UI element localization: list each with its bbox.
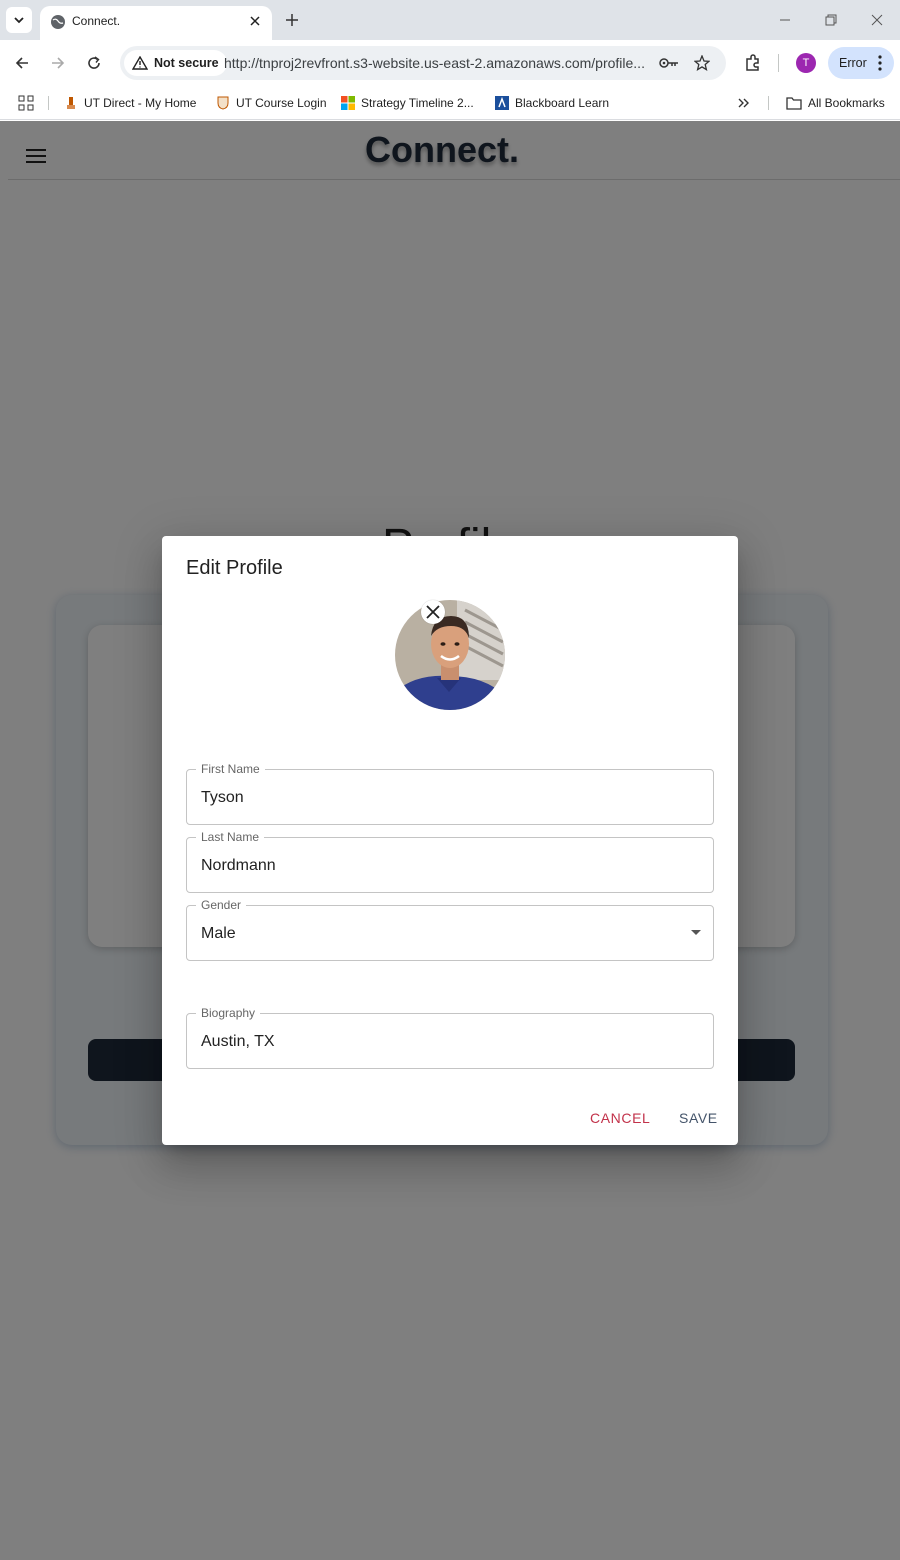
profile-avatar[interactable]: T [796,53,816,73]
close-window-icon[interactable] [867,10,887,30]
toolbar-separator [778,54,779,72]
address-bar[interactable]: Not secure http://tnproj2revfront.s3-web… [120,46,726,80]
last-name-label: Last Name [196,829,265,845]
save-button[interactable]: SAVE [679,1110,718,1126]
bookmarks-bar: UT Direct - My Home UT Course Login Stra… [0,86,900,120]
back-arrow-icon[interactable] [9,50,35,76]
minimize-icon[interactable] [775,10,795,30]
globe-icon [51,15,65,29]
new-tab-icon[interactable] [282,10,302,30]
tab-search-chevron-icon[interactable] [6,7,32,33]
folder-icon [786,97,802,110]
browser-toolbar: Not secure http://tnproj2revfront.s3-web… [0,40,900,86]
bookmarks-separator [768,96,769,110]
biography-value[interactable]: Austin, TX [201,1032,275,1052]
more-bookmarks-chevron-icon[interactable] [738,93,750,113]
web-page: Connect. Profile Edit Profile [0,121,900,1560]
bookmarks-separator [48,96,49,110]
bookmark-ut-course-login[interactable]: UT Course Login [216,93,327,113]
gender-value[interactable]: Male [201,924,236,944]
remove-photo-close-icon[interactable] [421,600,445,624]
warning-icon [132,56,148,70]
bookmark-star-icon[interactable] [692,53,712,73]
reload-icon[interactable] [81,50,107,76]
profile-photo[interactable] [395,600,505,710]
bookmark-label: UT Course Login [236,96,327,110]
biography-field[interactable]: Biography Austin, TX [186,1005,714,1069]
dialog-title: Edit Profile [186,557,283,579]
bookmark-blackboard-learn[interactable]: Blackboard Learn [495,93,609,113]
gender-label: Gender [196,897,247,913]
bookmark-ut-direct[interactable]: UT Direct - My Home [64,93,196,113]
first-name-value[interactable]: Tyson [201,788,244,808]
last-name-field[interactable]: Last Name Nordmann [186,829,714,893]
close-tab-icon[interactable] [246,12,264,30]
cancel-button[interactable]: CANCEL [590,1110,650,1126]
first-name-label: First Name [196,761,265,777]
bookmark-strategy-timeline[interactable]: Strategy Timeline 2... [341,93,474,113]
gender-select[interactable]: Gender Male [186,897,714,961]
first-name-field[interactable]: First Name Tyson [186,761,714,825]
edit-profile-dialog: Edit Profile First Name Tyson Last Name … [162,536,738,1145]
biography-label: Biography [196,1005,261,1021]
tab-title: Connect. [72,14,121,28]
browser-tab[interactable]: Connect. [40,6,272,40]
all-bookmarks-folder[interactable]: All Bookmarks [786,93,885,113]
dropdown-caret-icon[interactable] [691,930,701,935]
blackboard-icon [495,96,509,110]
restore-icon[interactable] [821,10,841,30]
ut-tower-icon [67,97,75,109]
bookmark-label: Blackboard Learn [515,96,610,110]
bookmark-label: UT Direct - My Home [84,96,197,110]
error-menu-button[interactable]: Error [828,47,894,79]
ut-shield-icon [217,96,229,110]
url-text[interactable]: http://tnproj2revfront.s3-website.us-eas… [224,55,650,71]
bookmark-label: All Bookmarks [808,96,885,110]
apps-grid-icon[interactable] [18,93,34,113]
password-key-icon[interactable] [659,53,679,73]
security-label: Not secure [154,56,219,70]
kebab-menu-icon [878,55,882,71]
tab-strip: Connect. [0,0,900,40]
error-label: Error [839,56,867,70]
security-chip[interactable]: Not secure [124,50,227,76]
forward-arrow-icon[interactable] [45,50,71,76]
last-name-value[interactable]: Nordmann [201,856,276,876]
bookmark-label: Strategy Timeline 2... [361,96,474,110]
extensions-puzzle-icon[interactable] [740,50,766,76]
microsoft-logo-icon [341,96,355,110]
